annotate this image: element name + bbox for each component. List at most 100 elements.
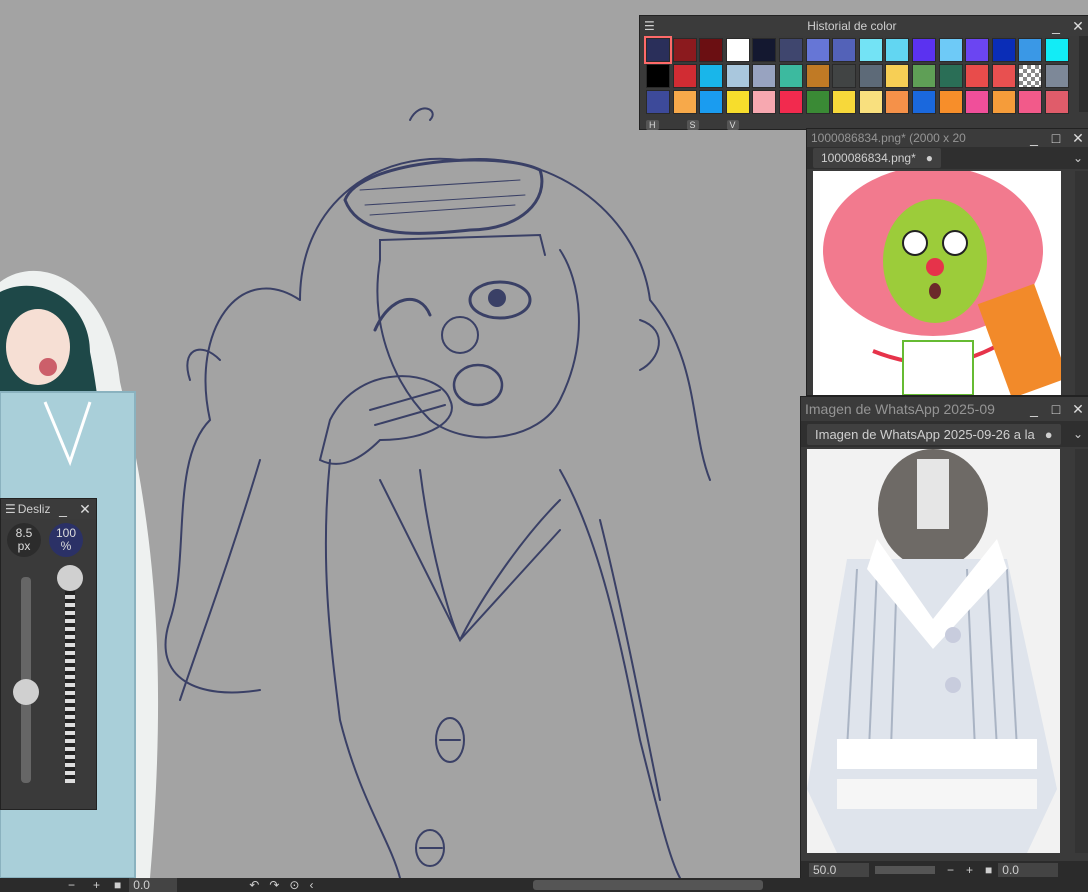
color-swatch[interactable] (911, 38, 936, 62)
color-swatch[interactable] (1018, 38, 1043, 62)
opacity-slider-handle[interactable] (57, 565, 83, 591)
tab-close-dot-icon[interactable]: ● (1045, 427, 1053, 442)
minimize-icon[interactable]: _ (1027, 131, 1041, 145)
color-swatch[interactable] (885, 90, 910, 114)
zoom-in-icon[interactable]: + (966, 863, 973, 877)
color-swatch[interactable] (752, 64, 777, 88)
ref-angle-field[interactable]: 0.0 (998, 863, 1059, 877)
color-swatch[interactable] (778, 64, 803, 88)
zoom-in-icon[interactable]: + (93, 878, 100, 892)
color-swatch[interactable] (911, 64, 936, 88)
color-swatch[interactable] (805, 90, 830, 114)
color-swatch[interactable] (858, 38, 883, 62)
maximize-icon[interactable]: □ (1049, 402, 1063, 416)
reference-tab-2[interactable]: Imagen de WhatsApp 2025-09-26 a la ● (807, 423, 1061, 445)
reference-tab-1[interactable]: 1000086834.png* ● (813, 148, 942, 168)
reference-window-2-title: Imagen de WhatsApp 2025-09 (805, 401, 995, 417)
reference-window-1-scrollbar[interactable] (1075, 171, 1088, 395)
maximize-icon[interactable]: □ (1049, 131, 1063, 145)
color-swatch[interactable] (832, 90, 857, 114)
brush-size-slider-handle[interactable] (13, 679, 39, 705)
reference-window-2-scrollbar[interactable] (1075, 449, 1088, 853)
color-swatch[interactable] (699, 38, 724, 62)
reference-window-1: 1000086834.png* (2000 x 20 _ □ ✕ 1000086… (806, 128, 1088, 396)
brush-size-chip[interactable]: 8.5 px (7, 523, 41, 557)
color-swatch[interactable] (672, 64, 697, 88)
reset-rotation-icon[interactable]: ⊙ (289, 878, 299, 892)
brush-size-panel: ☰ Desliz _ ✕ 8.5 px 100% (0, 498, 97, 810)
close-icon[interactable]: ✕ (1071, 131, 1085, 145)
color-swatch[interactable] (672, 38, 697, 62)
brush-panel-title: Desliz (17, 502, 51, 516)
color-swatch[interactable] (752, 90, 777, 114)
color-swatch[interactable] (938, 64, 963, 88)
fit-icon[interactable]: ■ (985, 863, 992, 877)
panel-menu-icon[interactable]: ☰ (5, 502, 16, 516)
zoom-out-icon[interactable]: − (947, 863, 954, 877)
angle-field[interactable]: 0.0 (129, 878, 178, 892)
opacity-chip[interactable]: 100% (49, 523, 83, 557)
color-swatch[interactable] (672, 90, 697, 114)
color-swatch[interactable] (832, 38, 857, 62)
rotate-left-icon[interactable]: ↶ (249, 878, 259, 892)
color-history-scrollbar[interactable] (1079, 36, 1088, 112)
color-swatch[interactable] (991, 38, 1016, 62)
color-swatch[interactable] (1044, 64, 1069, 88)
color-swatch[interactable] (725, 64, 750, 88)
close-icon[interactable]: ✕ (1071, 402, 1085, 416)
reference-tab-1-label: 1000086834.png* (821, 151, 916, 165)
tab-close-dot-icon[interactable]: ● (926, 151, 933, 165)
color-swatch[interactable] (805, 64, 830, 88)
chevron-down-icon[interactable]: ⌄ (1073, 151, 1083, 165)
rotate-right-icon[interactable]: ↷ (269, 878, 279, 892)
h-label[interactable]: H (646, 120, 659, 130)
color-swatch[interactable] (805, 38, 830, 62)
color-swatch[interactable] (991, 64, 1016, 88)
color-swatch[interactable] (938, 38, 963, 62)
color-swatch[interactable] (858, 64, 883, 88)
color-swatch[interactable] (885, 64, 910, 88)
zoom-out-icon[interactable]: − (68, 878, 75, 892)
color-swatch[interactable] (1018, 90, 1043, 114)
horizontal-scrollbar[interactable] (533, 880, 764, 890)
color-swatch[interactable] (1044, 38, 1069, 62)
color-swatch[interactable] (778, 90, 803, 114)
ref-zoom-slider[interactable] (875, 866, 935, 874)
s-label[interactable]: S (686, 120, 699, 130)
color-swatch[interactable] (965, 38, 990, 62)
fit-icon[interactable]: ■ (114, 878, 121, 892)
color-swatch[interactable] (965, 90, 990, 114)
color-swatch[interactable] (646, 64, 670, 88)
color-swatch[interactable] (911, 90, 936, 114)
color-swatch[interactable] (938, 90, 963, 114)
color-swatch[interactable] (778, 38, 803, 62)
color-swatch[interactable] (646, 90, 670, 114)
close-icon[interactable]: ✕ (1071, 19, 1085, 33)
color-swatch[interactable] (991, 90, 1016, 114)
color-swatch[interactable] (725, 90, 750, 114)
color-swatch[interactable] (885, 38, 910, 62)
color-swatch[interactable] (858, 90, 883, 114)
color-swatch[interactable] (699, 64, 724, 88)
color-swatch[interactable] (699, 90, 724, 114)
chevron-down-icon[interactable]: ⌄ (1073, 427, 1083, 441)
close-icon[interactable]: ✕ (78, 502, 92, 516)
color-swatch[interactable] (965, 64, 990, 88)
color-swatch[interactable] (644, 36, 672, 64)
color-swatch[interactable] (752, 38, 777, 62)
panel-menu-icon[interactable]: ☰ (644, 19, 655, 33)
right-status-strip (800, 878, 1088, 892)
v-label[interactable]: V (726, 120, 739, 130)
minimize-icon[interactable]: _ (1027, 402, 1041, 416)
color-swatch-grid[interactable] (640, 36, 1088, 118)
brush-size-slider[interactable] (13, 577, 39, 783)
ref-zoom-field[interactable]: 50.0 (809, 863, 869, 877)
chevron-left-icon[interactable]: ‹ (309, 878, 313, 892)
color-swatch[interactable] (1044, 90, 1069, 114)
minimize-icon[interactable]: _ (56, 502, 70, 516)
color-swatch[interactable] (1018, 64, 1043, 88)
color-swatch[interactable] (725, 38, 750, 62)
opacity-slider[interactable] (57, 565, 83, 783)
minimize-icon[interactable]: _ (1049, 19, 1063, 33)
color-swatch[interactable] (832, 64, 857, 88)
